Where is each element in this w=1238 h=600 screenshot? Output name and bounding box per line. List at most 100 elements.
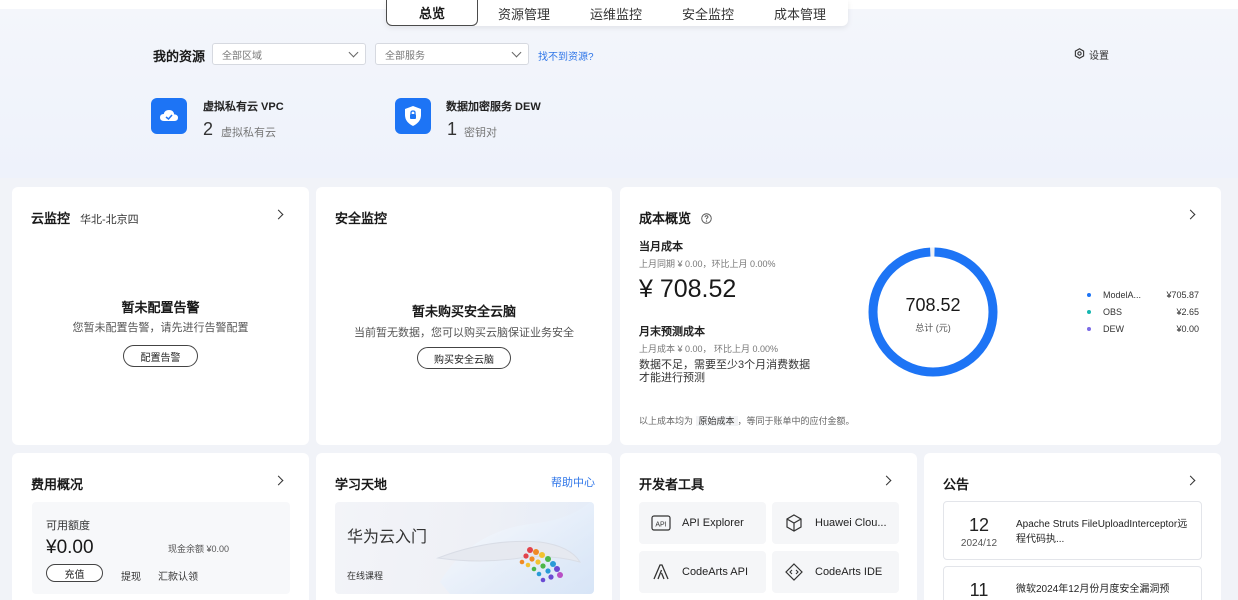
monitor-region: 华北-北京四	[80, 214, 139, 226]
code-brackets-icon	[783, 561, 805, 583]
cloud-icon	[151, 98, 187, 134]
tab-security-monitoring[interactable]: 安全监控	[662, 0, 754, 26]
legend-dot	[1087, 327, 1091, 331]
tool-huawei-cloud[interactable]: Huawei Clou...	[772, 502, 899, 544]
service-select[interactable]: 全部服务	[375, 43, 529, 65]
chevron-right-icon[interactable]	[1185, 209, 1196, 220]
announcement-day: 11	[969, 580, 989, 600]
chevron-down-icon	[348, 47, 359, 58]
announcement-item[interactable]: 12 2024/12 Apache Struts FileUploadInter…	[943, 501, 1202, 560]
current-cost-value: ¥ 708.52	[639, 275, 737, 303]
tab-overview[interactable]: 总览	[386, 0, 478, 26]
service-vpc-name[interactable]: 虚拟私有云 VPC	[203, 98, 284, 114]
monitor-empty-desc: 您暂未配置告警，请先进行告警配置	[72, 322, 249, 334]
banner-title: 华为云入门	[347, 529, 428, 546]
donut-caption: 总计 (元)	[915, 323, 951, 333]
security-monitor-title: 安全监控	[335, 211, 388, 226]
legend-dot	[1087, 310, 1091, 314]
chevron-down-icon	[511, 47, 522, 58]
missing-resources-link[interactable]: 找不到资源?	[538, 48, 594, 63]
security-monitor-card: 安全监控 暂未购买安全云脑 当前暂无数据，您可以购买云脑保证业务安全 购买安全云…	[316, 187, 612, 445]
remittance-claim-link[interactable]: 汇款认领	[158, 568, 198, 583]
current-cost-compare: 上月同期 ¥ 0.00，环比上月 0.00%	[639, 259, 776, 269]
cost-footnote: 以上成本均为 原始成本 ，等同于账单中的应付金额。	[639, 416, 855, 426]
tool-label: CodeArts API	[682, 566, 749, 578]
api-icon: API	[650, 512, 672, 534]
recharge-button[interactable]: 充值	[46, 564, 103, 582]
tab-ops-monitoring[interactable]: 运维监控	[570, 0, 662, 26]
service-vpc-unit: 虚拟私有云	[221, 127, 276, 139]
chevron-right-icon[interactable]	[273, 209, 284, 220]
legend-item: ModelA... ¥705.87	[1087, 290, 1199, 300]
developer-tools-title: 开发者工具	[639, 477, 705, 492]
available-label: 可用额度	[46, 520, 90, 532]
learning-title: 学习天地	[335, 477, 388, 492]
legend-value: ¥0.00	[1176, 324, 1199, 334]
forecast-cost-compare: 上月成本 ¥ 0.00， 环比上月 0.00%	[639, 344, 779, 354]
tool-codearts-api[interactable]: CodeArts API	[639, 551, 766, 593]
cost-footnote-highlight: 原始成本	[695, 416, 738, 426]
current-cost-label: 当月成本	[639, 241, 683, 253]
announcement-text: 微软2024年12月份月度安全漏洞预	[1016, 584, 1170, 595]
tool-codearts-ide[interactable]: CodeArts IDE	[772, 551, 899, 593]
monitor-empty-title: 暂未配置告警	[121, 300, 200, 315]
cloud-monitor-title: 云监控 华北-北京四	[31, 211, 139, 226]
main-tabs: 总览 资源管理 运维监控 安全监控 成本管理	[386, 0, 848, 26]
legend-dot	[1087, 293, 1091, 297]
service-dew-count[interactable]: 1	[447, 119, 457, 140]
tool-label: CodeArts IDE	[815, 566, 883, 578]
tool-label: API Explorer	[682, 517, 744, 529]
tab-cost-management[interactable]: 成本管理	[754, 0, 846, 26]
service-dew-name[interactable]: 数据加密服务 DEW	[446, 98, 541, 114]
forecast-note-2: 才能进行预测	[639, 372, 705, 384]
buy-security-brain-button[interactable]: 购买安全云脑	[417, 347, 511, 369]
tool-label: Huawei Clou...	[815, 517, 887, 529]
settings-label: 设置	[1089, 51, 1109, 62]
available-value: ¥0.00	[46, 537, 94, 558]
banner-subtitle: 在线课程	[347, 571, 384, 581]
svg-text:API: API	[655, 522, 666, 529]
configure-alarm-button[interactable]: 配置告警	[123, 345, 198, 367]
intro-course-banner[interactable]: 华为云入门 在线课程	[335, 502, 594, 594]
cube-icon	[783, 512, 805, 534]
region-select[interactable]: 全部区域	[212, 43, 366, 65]
shield-icon	[395, 98, 431, 134]
legend-item: OBS ¥2.65	[1087, 307, 1199, 317]
resource-banner	[0, 0, 1238, 178]
chevron-right-icon[interactable]	[1185, 475, 1196, 486]
settings-button[interactable]: 设置	[1074, 47, 1109, 62]
cash-balance: 现金余额 ¥0.00	[168, 544, 230, 554]
announcement-text: Apache Struts FileUploadInterceptor远程代码执…	[1016, 519, 1188, 545]
announcement-day: 12	[968, 515, 990, 535]
announcement-month: 2024/12	[960, 538, 998, 549]
legend-value: ¥2.65	[1176, 307, 1199, 317]
help-center-link[interactable]: 帮助中心	[551, 474, 595, 490]
service-dew-unit: 密钥对	[464, 127, 497, 139]
codearts-api-icon	[650, 561, 672, 583]
withdraw-link[interactable]: 提现	[121, 568, 141, 583]
donut-total: 708.52	[905, 295, 961, 315]
tab-resource-management[interactable]: 资源管理	[478, 0, 570, 26]
chevron-right-icon[interactable]	[881, 475, 892, 486]
fees-overview-title: 费用概况	[31, 477, 84, 492]
forecast-cost-label: 月末预测成本	[639, 326, 705, 338]
available-balance-panel: 可用额度 ¥0.00 现金余额 ¥0.00 充值 提现 汇款认领	[32, 502, 290, 594]
cloud-monitor-card: 云监控 华北-北京四 暂未配置告警 您暂未配置告警，请先进行告警配置 配置告警	[12, 187, 309, 445]
chevron-right-icon[interactable]	[273, 475, 284, 486]
legend-value: ¥705.87	[1166, 290, 1199, 300]
legend-name: OBS	[1103, 307, 1123, 317]
security-empty-desc: 当前暂无数据，您可以购买云脑保证业务安全	[354, 327, 574, 339]
legend-item: DEW ¥0.00	[1087, 324, 1199, 334]
tool-api-explorer[interactable]: API API Explorer	[639, 502, 766, 544]
legend-name: DEW	[1103, 324, 1124, 334]
security-empty-title: 暂未购买安全云脑	[411, 304, 516, 319]
region-select-value: 全部区域	[222, 50, 262, 62]
help-icon[interactable]	[700, 212, 712, 227]
gear-icon	[1074, 47, 1085, 62]
my-resources-title: 我的资源	[153, 49, 206, 64]
service-vpc-count[interactable]: 2	[203, 119, 213, 140]
forecast-note-1: 数据不足，需要至少3个月消费数据	[639, 359, 811, 371]
announcement-item[interactable]: 11 微软2024年12月份月度安全漏洞预	[943, 566, 1202, 600]
legend-name: ModelA...	[1103, 290, 1142, 300]
dolphin-illustration	[436, 502, 594, 594]
